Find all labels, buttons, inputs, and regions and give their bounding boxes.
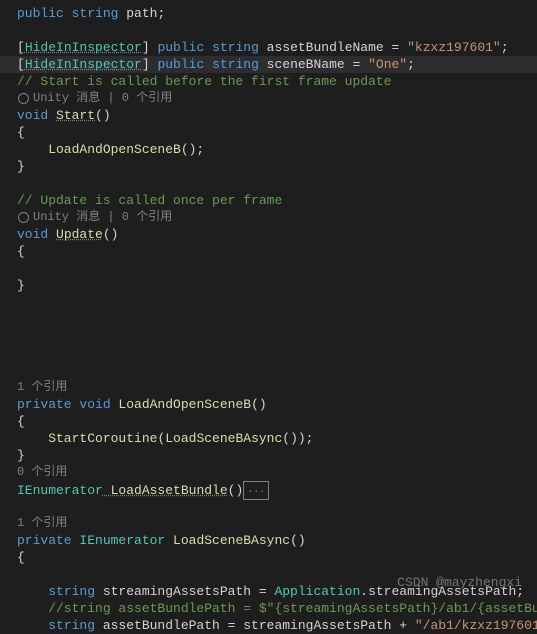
attribute: HideInInspector — [25, 57, 142, 72]
code-line-empty[interactable] — [17, 328, 537, 345]
code-line-empty[interactable] — [17, 294, 537, 311]
comment: // Start is called before the first fram… — [17, 74, 391, 89]
code-line[interactable]: //string assetBundlePath = $"{streamingA… — [17, 600, 537, 617]
unity-icon — [17, 212, 29, 224]
code-line-empty[interactable] — [17, 362, 537, 379]
keyword-public: public — [17, 6, 64, 21]
method-name: Start — [56, 108, 95, 123]
variable: path; — [118, 6, 165, 21]
codelens[interactable]: 1 个引用 — [17, 515, 537, 532]
comment: //string assetBundlePath = $"{streamingA… — [17, 601, 537, 616]
code-line-highlighted[interactable]: [HideInInspector] public string sceneBNa… — [0, 56, 537, 73]
code-line-empty[interactable] — [17, 345, 537, 362]
code-line-empty[interactable] — [17, 260, 537, 277]
code-line-empty[interactable] — [17, 175, 537, 192]
string-literal: "One" — [368, 57, 407, 72]
code-line[interactable]: // Start is called before the first fram… — [17, 73, 537, 90]
code-line[interactable]: } — [17, 158, 537, 175]
code-line[interactable]: { — [17, 243, 537, 260]
code-line[interactable]: void Update() — [17, 226, 537, 243]
code-line[interactable]: { — [17, 413, 537, 430]
codelens[interactable]: 1 个引用 — [17, 379, 537, 396]
fold-indicator[interactable]: ... — [243, 481, 269, 500]
code-line-empty[interactable] — [17, 22, 537, 39]
code-line[interactable]: LoadAndOpenSceneB(); — [17, 141, 537, 158]
method-name: LoadAndOpenSceneB — [111, 397, 251, 412]
code-line[interactable]: private IEnumerator LoadSceneBAsync() — [17, 532, 537, 549]
keyword-string: string — [72, 6, 119, 21]
string-literal: "kzxz197601" — [407, 40, 501, 55]
attribute: HideInInspector — [25, 40, 142, 55]
code-line[interactable]: string assetBundlePath = streamingAssets… — [17, 617, 537, 634]
code-line-empty[interactable] — [17, 498, 537, 515]
codelens[interactable]: Unity 消息 | 0 个引用 — [17, 209, 537, 226]
code-line[interactable]: IEnumerator LoadAssetBundle()... — [17, 481, 537, 498]
watermark: CSDN @mayzhengxi — [397, 574, 522, 591]
codelens[interactable]: Unity 消息 | 0 个引用 — [17, 90, 537, 107]
method-name: Update — [56, 227, 103, 242]
code-line[interactable]: } — [17, 447, 537, 464]
method-call: LoadAndOpenSceneB — [17, 142, 181, 157]
method-name: LoadSceneBAsync — [165, 533, 290, 548]
unity-icon — [17, 93, 29, 105]
code-line[interactable]: { — [17, 549, 537, 566]
code-line[interactable]: void Start() — [17, 107, 537, 124]
code-line[interactable]: [HideInInspector] public string assetBun… — [17, 39, 537, 56]
comment: // Update is called once per frame — [17, 193, 282, 208]
code-line-empty[interactable] — [17, 311, 537, 328]
code-line[interactable]: // Update is called once per frame — [17, 192, 537, 209]
codelens[interactable]: 0 个引用 — [17, 464, 537, 481]
code-line[interactable]: } — [17, 277, 537, 294]
method-name: LoadAssetBundle — [103, 483, 228, 498]
code-line[interactable]: public string path; — [17, 5, 537, 22]
code-line[interactable]: { — [17, 124, 537, 141]
code-line[interactable]: private void LoadAndOpenSceneB() — [17, 396, 537, 413]
code-line[interactable]: StartCoroutine(LoadSceneBAsync()); — [17, 430, 537, 447]
